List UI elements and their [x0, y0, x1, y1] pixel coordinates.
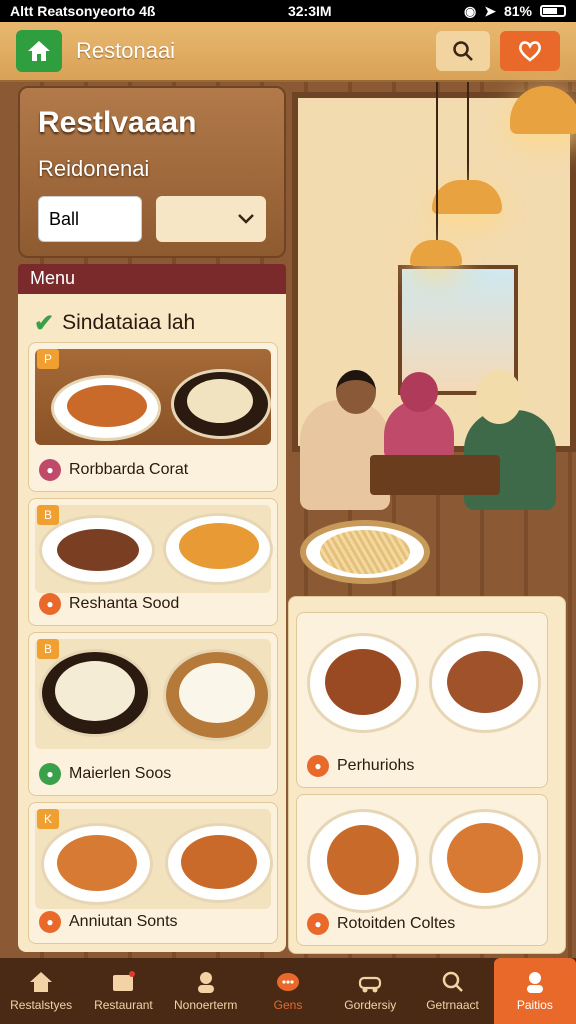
rice-bowl [179, 663, 255, 723]
panel-subtitle: Reidonenai [38, 156, 150, 181]
search-button[interactable] [436, 31, 490, 71]
card-number: B [37, 639, 59, 659]
nav-label: Paitios [516, 998, 553, 1012]
search-icon [442, 971, 463, 992]
card-title: Maierlen Soos [69, 765, 172, 782]
home-icon [28, 41, 50, 61]
card-title: Anniutan Sonts [69, 913, 178, 930]
egg-rice [55, 661, 135, 721]
person-icon [197, 972, 214, 993]
lamp-cord [467, 82, 469, 182]
nav-item-restaurants[interactable]: Restalstyes [0, 958, 82, 1024]
search-icon [453, 41, 473, 61]
status-time: 32:3IM [287, 3, 332, 19]
panel-title: Restlvaaan [38, 106, 197, 139]
rice-egg [187, 379, 253, 423]
location-input[interactable] [38, 196, 142, 242]
nav-item-search[interactable]: Getrnaact [411, 958, 493, 1024]
nav-label: Restalstyes [10, 998, 73, 1012]
nav-label: Restaurant [94, 998, 153, 1012]
menu-card[interactable]: K ● Anniutan Sonts [28, 802, 278, 944]
bottom-navigation: Restalstyes Restaurant Nonoerterm Gens G… [0, 958, 576, 1024]
card-label: ● Reshanta Sood [39, 593, 179, 615]
app-header: Restonaai [0, 22, 576, 82]
nav-item-member[interactable]: Nonoerterm [165, 958, 247, 1024]
lamp-cord [436, 82, 438, 242]
chat-icon [276, 973, 299, 991]
menu-card[interactable]: B ● Reshanta Sood [28, 498, 278, 626]
diner-man-head [336, 370, 376, 414]
favorite-button[interactable] [500, 31, 560, 71]
battery-icon [540, 5, 566, 17]
card-title: Reshanta Sood [69, 595, 180, 612]
dish-icon: ● [39, 593, 61, 615]
card-title: Rotoitden Coltes [337, 915, 456, 932]
card-label: ● Maierlen Soos [39, 763, 171, 785]
nav-item-profile[interactable]: Paitios [493, 958, 576, 1024]
dish-icon: ● [39, 763, 61, 785]
card-title: Rorbbarda Corat [69, 461, 189, 478]
app-title: Restonaai [76, 38, 176, 63]
egg-meat [447, 651, 523, 713]
card-label: ● Rotoitden Coltes [307, 913, 455, 935]
chevron-down-icon [238, 214, 254, 224]
noodle-dish [320, 530, 410, 574]
card-number: K [37, 809, 59, 829]
nav-label: Gens [273, 998, 303, 1012]
menu-bar[interactable]: Menu [18, 264, 286, 294]
status-left-text: Altt Reatsonyeorto 4ß [10, 3, 156, 19]
check-icon: ✔ [34, 309, 55, 337]
section-header: ✔ Sindataiaa lah [28, 302, 276, 344]
alarm-icon: ◉ [464, 2, 477, 19]
heart-icon [519, 41, 541, 62]
menu-card[interactable]: P ● Rorbbarda Corat [28, 342, 278, 492]
card-label: ● Anniutan Sonts [39, 911, 178, 933]
store-icon [113, 971, 136, 991]
dumpling-dish [327, 825, 399, 895]
nav-label: Gordersiy [344, 998, 397, 1012]
fries-dish [57, 835, 137, 891]
dining-table [370, 455, 500, 495]
featured-card[interactable]: ● Perhuriohs [296, 612, 548, 788]
section-title: Sindataiaa lah [62, 311, 196, 334]
card-number: B [37, 505, 59, 525]
dish-icon: ● [39, 911, 61, 933]
status-bar: Altt Reatsonyeorto 4ß 32:3IM ◉ ➤ 81% [0, 0, 576, 22]
filter-select[interactable] [156, 196, 266, 242]
home-button[interactable] [16, 30, 62, 72]
card-title: Perhuriohs [337, 757, 415, 774]
diner-woman-head [400, 372, 438, 412]
featured-card[interactable]: ● Rotoitden Coltes [296, 794, 548, 946]
card-number: P [37, 349, 59, 369]
battery-level: 81% [503, 3, 532, 19]
location-icon: ➤ [484, 2, 496, 19]
nav-item-orders[interactable]: Gordersiy [329, 958, 411, 1024]
vehicle-icon [359, 976, 382, 993]
noodle-dish [181, 835, 257, 889]
grilled-meat [57, 529, 139, 571]
nav-label: Getrnaact [426, 998, 479, 1012]
dish-icon: ● [307, 913, 329, 935]
dish-icon: ● [307, 755, 329, 777]
card-label: ● Rorbbarda Corat [39, 459, 188, 481]
home-icon [30, 972, 53, 992]
dish-icon: ● [39, 459, 61, 481]
fried-chicken [67, 385, 147, 427]
nav-label: Nonoerterm [174, 998, 238, 1012]
skewers-dish [447, 823, 523, 893]
panel-controls [38, 196, 266, 242]
meat-dish [325, 649, 401, 715]
menu-card[interactable]: B ● Maierlen Soos [28, 632, 278, 796]
nav-item-gens[interactable]: Gens [247, 958, 329, 1024]
profile-icon [526, 972, 543, 993]
diner-elder-head [476, 370, 522, 424]
status-icons: ◉ ➤ 81% [464, 3, 566, 20]
card-label: ● Perhuriohs [307, 755, 414, 777]
nav-item-restaurant[interactable]: Restaurant [82, 958, 164, 1024]
fried-dish [179, 523, 259, 569]
restaurant-panel: Restlvaaan Reidonenai [18, 86, 286, 258]
